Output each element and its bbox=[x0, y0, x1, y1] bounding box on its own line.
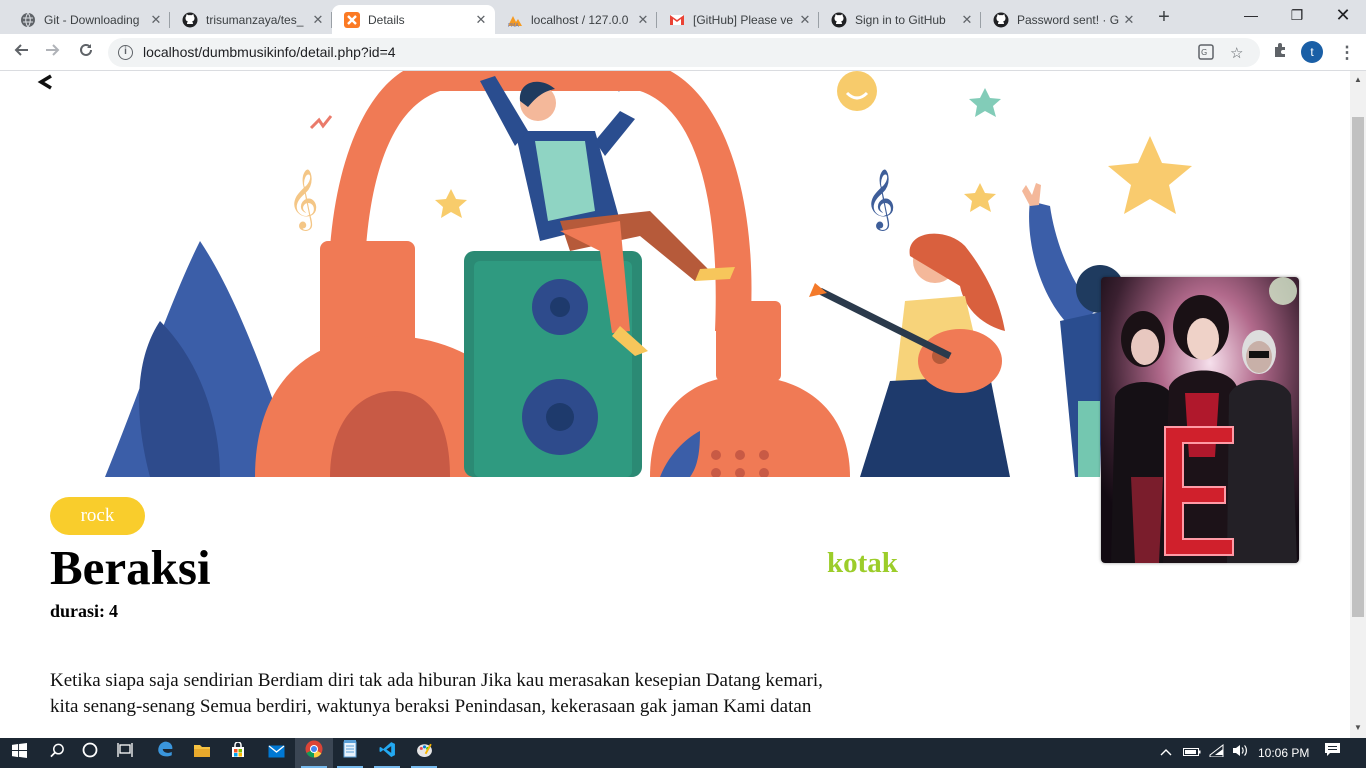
back-arrow-icon[interactable] bbox=[36, 71, 56, 99]
clock-time[interactable]: 10:06 PM bbox=[1258, 738, 1309, 768]
mail-icon[interactable] bbox=[257, 738, 295, 768]
phpmyadmin-icon: PMA bbox=[507, 12, 523, 28]
github-icon bbox=[831, 12, 847, 28]
restore-icon[interactable]: ❐ bbox=[1274, 0, 1320, 32]
back-icon bbox=[14, 44, 28, 56]
reload-button[interactable] bbox=[73, 40, 99, 66]
close-icon[interactable]: ✕ bbox=[959, 12, 975, 28]
store-icon[interactable] bbox=[219, 738, 257, 768]
tab-title: [GitHub] Please ve bbox=[693, 12, 794, 27]
address-bar[interactable]: i localhost/dumbmusikinfo/detail.php?id=… bbox=[108, 38, 1260, 67]
close-icon[interactable]: ✕ bbox=[797, 12, 813, 28]
reload-icon bbox=[80, 43, 92, 56]
tab-details[interactable]: Details ✕ bbox=[332, 5, 495, 34]
tab-password-sent[interactable]: Password sent! · G ✕ bbox=[981, 5, 1143, 34]
action-center-icon[interactable] bbox=[1324, 738, 1341, 768]
scrollbar-thumb[interactable] bbox=[1352, 117, 1364, 617]
windows-taskbar: 10:06 PM bbox=[0, 738, 1366, 768]
new-tab-button[interactable]: + bbox=[1152, 6, 1176, 30]
notepad-icon[interactable] bbox=[331, 738, 369, 768]
scroll-down-icon[interactable]: ▼ bbox=[1354, 723, 1362, 732]
tab-strip: Git - Downloading ✕ trisumanzaya/tes_ ✕ … bbox=[0, 0, 1366, 34]
wifi-icon[interactable] bbox=[1209, 738, 1225, 768]
song-title: Beraksi bbox=[50, 540, 211, 595]
vscode-icon[interactable] bbox=[368, 738, 406, 768]
url-text[interactable]: localhost/dumbmusikinfo/detail.php?id=4 bbox=[143, 44, 396, 60]
close-icon[interactable]: ✕ bbox=[148, 12, 164, 28]
close-icon[interactable]: ✕ bbox=[310, 12, 326, 28]
tab-title: Details bbox=[368, 12, 405, 27]
tab-git-downloading[interactable]: Git - Downloading ✕ bbox=[8, 5, 170, 34]
globe-icon bbox=[20, 12, 36, 28]
tab-phpmyadmin[interactable]: PMA localhost / 127.0.0 ✕ bbox=[495, 5, 657, 34]
gmail-icon bbox=[669, 12, 685, 28]
task-view-icon[interactable] bbox=[106, 738, 144, 768]
lyrics-line: kita senang-senang Semua berdiri, waktun… bbox=[50, 696, 812, 717]
github-icon bbox=[993, 12, 1009, 28]
windows-start-icon[interactable] bbox=[0, 738, 38, 768]
volume-icon[interactable] bbox=[1232, 738, 1249, 768]
svg-text:G: G bbox=[1201, 48, 1207, 57]
tab-github-repo[interactable]: trisumanzaya/tes_ ✕ bbox=[170, 5, 332, 34]
scroll-up-icon[interactable]: ▲ bbox=[1354, 75, 1362, 84]
tab-title: Password sent! · G bbox=[1017, 12, 1120, 27]
extensions-icon[interactable] bbox=[1267, 40, 1293, 66]
chrome-icon[interactable] bbox=[295, 738, 333, 768]
show-hidden-icons-icon[interactable] bbox=[1160, 738, 1172, 768]
tab-title: localhost / 127.0.0 bbox=[531, 12, 629, 27]
back-button[interactable] bbox=[8, 40, 34, 66]
svg-text:𝄞: 𝄞 bbox=[865, 169, 896, 231]
tab-gmail[interactable]: [GitHub] Please ve ✕ bbox=[657, 5, 819, 34]
band-photo bbox=[1101, 277, 1299, 563]
genre-badge[interactable]: rock bbox=[50, 497, 145, 535]
close-window-icon[interactable]: ✕ bbox=[1320, 0, 1366, 32]
tab-title: Git - Downloading bbox=[44, 12, 140, 27]
duration-label: durasi: bbox=[50, 601, 106, 621]
minimize-icon[interactable]: — bbox=[1228, 0, 1274, 32]
profile-avatar[interactable]: t bbox=[1301, 41, 1323, 63]
edge-icon[interactable] bbox=[146, 738, 184, 768]
tab-title: Sign in to GitHub bbox=[855, 12, 946, 27]
github-icon bbox=[182, 12, 198, 28]
menu-kebab-icon[interactable]: ⋮ bbox=[1334, 40, 1360, 66]
svg-text:PMA: PMA bbox=[508, 23, 519, 28]
lyrics: Ketika siapa saja sendirian Berdiam diri… bbox=[50, 668, 880, 720]
browser-toolbar: i localhost/dumbmusikinfo/detail.php?id=… bbox=[0, 34, 1366, 71]
close-icon[interactable]: ✕ bbox=[473, 12, 489, 28]
svg-text:𝄞: 𝄞 bbox=[288, 169, 319, 231]
info-icon[interactable]: i bbox=[118, 45, 133, 60]
tab-github-signin[interactable]: Sign in to GitHub ✕ bbox=[819, 5, 981, 34]
translate-icon[interactable]: G bbox=[1198, 44, 1214, 64]
cortana-icon[interactable] bbox=[71, 738, 109, 768]
forward-icon bbox=[46, 44, 60, 56]
battery-icon[interactable] bbox=[1183, 738, 1201, 768]
lyrics-line: Ketika siapa saja sendirian Berdiam diri… bbox=[50, 670, 823, 691]
close-icon[interactable]: ✕ bbox=[1121, 12, 1137, 28]
duration-value: 4 bbox=[109, 601, 119, 621]
vertical-scrollbar[interactable]: ▲ ▼ bbox=[1350, 71, 1366, 738]
bookmark-star-icon[interactable]: ☆ bbox=[1230, 44, 1243, 62]
forward-button[interactable] bbox=[40, 40, 66, 66]
paint-icon[interactable] bbox=[405, 738, 443, 768]
page-viewport: 𝄞 𝄞 rock Beraksi kotak durasi: 4 Ketika … bbox=[0, 71, 1350, 738]
tab-title: trisumanzaya/tes_ bbox=[206, 12, 304, 27]
close-icon[interactable]: ✕ bbox=[635, 12, 651, 28]
duration: durasi: 4 bbox=[50, 601, 118, 622]
artist-name: kotak bbox=[827, 547, 898, 579]
file-explorer-icon[interactable] bbox=[183, 738, 221, 768]
xampp-icon bbox=[344, 11, 360, 28]
